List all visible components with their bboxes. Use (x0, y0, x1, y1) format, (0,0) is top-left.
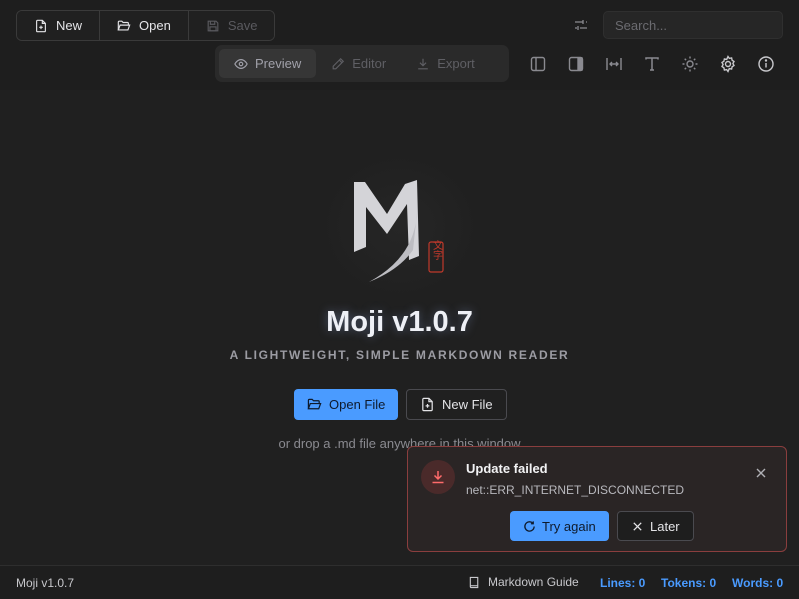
try-again-label: Try again (542, 518, 596, 534)
logo-stamp-text: 文字 (431, 239, 443, 260)
fit-width-icon[interactable] (605, 55, 623, 73)
close-icon[interactable] (754, 466, 768, 480)
refresh-icon (523, 520, 536, 533)
gear-icon[interactable] (719, 55, 737, 73)
sliders-icon[interactable] (573, 17, 589, 33)
open-button[interactable]: Open (100, 11, 189, 40)
app-title: Moji v1.0.7 (326, 306, 473, 338)
pencil-icon (331, 57, 345, 71)
eye-icon (234, 57, 248, 71)
folder-open-icon (307, 397, 322, 412)
sun-icon[interactable] (681, 55, 699, 73)
app-logo: 文字 (319, 152, 481, 300)
new-file-label: New File (442, 397, 493, 412)
download-error-icon (421, 460, 455, 494)
new-file-button[interactable]: New File (406, 389, 507, 420)
toast-message: net::ERR_INTERNET_DISCONNECTED (466, 483, 685, 497)
top-toolbar: New Open Save Preview (0, 0, 799, 90)
tab-preview-label: Preview (255, 56, 302, 71)
download-icon (416, 57, 430, 71)
later-label: Later (650, 518, 680, 534)
tokens-count: Tokens: 0 (661, 576, 717, 590)
markdown-guide-link[interactable]: Markdown Guide (468, 575, 579, 589)
app-subtitle: A LIGHTWEIGHT, SIMPLE MARKDOWN READER (229, 348, 570, 362)
file-actions-group: New Open Save (16, 10, 276, 41)
x-icon (631, 520, 644, 533)
sidebar-left-icon[interactable] (529, 55, 547, 73)
status-bar: Moji v1.0.7 Markdown Guide Lines: 0 Toke… (0, 565, 799, 599)
later-button[interactable]: Later (617, 511, 694, 541)
tab-export-label: Export (437, 56, 475, 71)
folder-open-icon (117, 19, 131, 33)
lines-count: Lines: 0 (600, 576, 646, 590)
try-again-button[interactable]: Try again (510, 511, 609, 541)
new-button[interactable]: New (17, 11, 101, 40)
search-input[interactable] (603, 11, 783, 39)
words-count: Words: 0 (732, 576, 784, 590)
markdown-guide-label: Markdown Guide (488, 575, 579, 589)
file-plus-icon (420, 397, 435, 412)
open-file-label: Open File (329, 397, 386, 412)
tab-editor[interactable]: Editor (316, 49, 401, 78)
info-icon[interactable] (757, 55, 775, 73)
book-icon (468, 576, 481, 589)
file-plus-icon (34, 19, 48, 33)
status-version: Moji v1.0.7 (16, 576, 75, 590)
save-button-label: Save (227, 18, 258, 33)
tab-editor-label: Editor (352, 56, 387, 71)
new-button-label: New (56, 18, 83, 33)
save-button[interactable]: Save (188, 11, 275, 40)
font-icon[interactable] (643, 55, 661, 73)
sidebar-right-icon[interactable] (567, 55, 585, 73)
view-mode-tabs: Preview Editor Export (215, 45, 509, 82)
tab-preview[interactable]: Preview (219, 49, 317, 78)
open-button-label: Open (139, 18, 171, 33)
tab-export[interactable]: Export (401, 49, 490, 78)
save-icon (206, 19, 220, 33)
toast-title: Update failed (466, 461, 548, 476)
update-failed-toast: Update failed net::ERR_INTERNET_DISCONNE… (407, 446, 787, 552)
open-file-button[interactable]: Open File (294, 389, 399, 420)
